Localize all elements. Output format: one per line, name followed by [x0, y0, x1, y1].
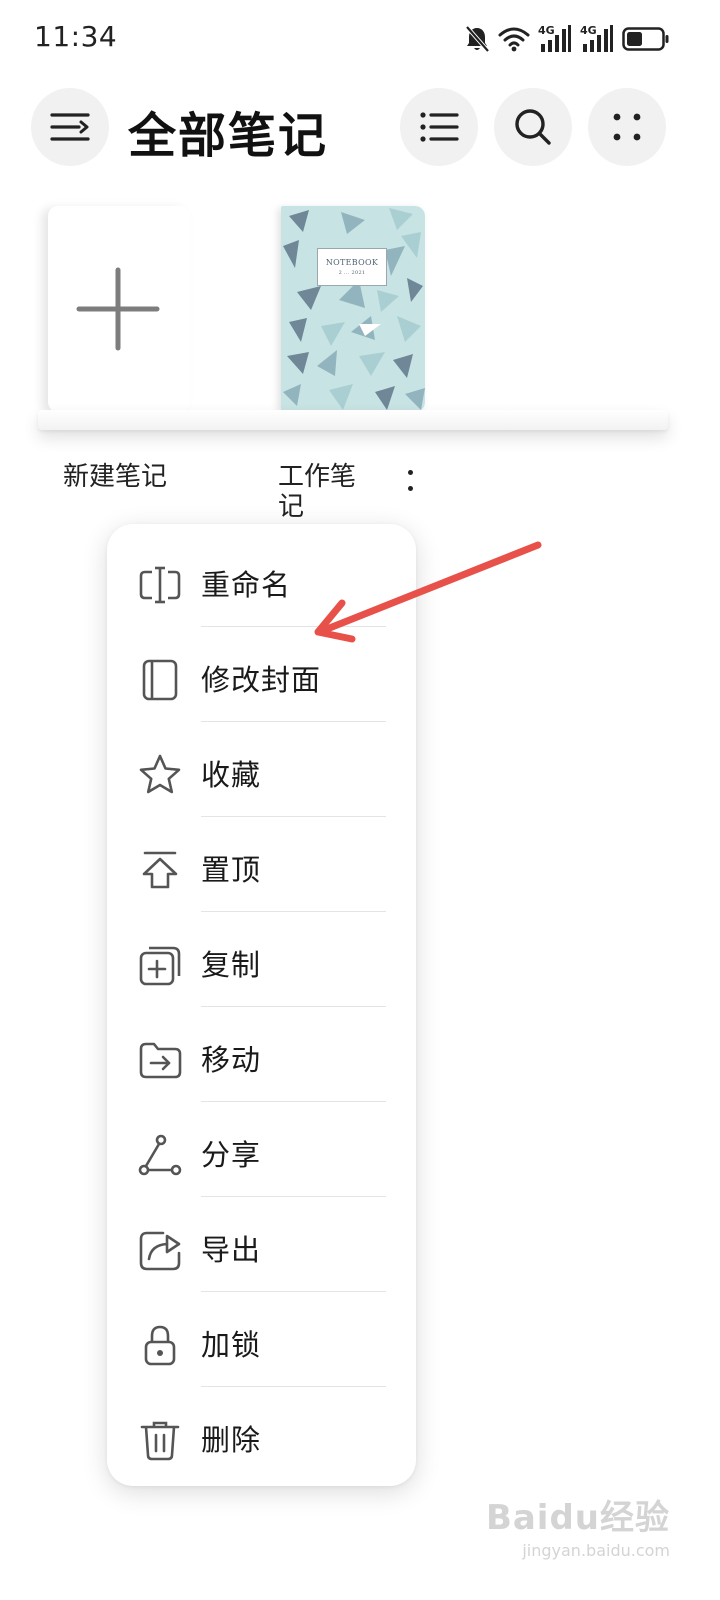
- menu-icon: [50, 113, 90, 141]
- menu-item-export[interactable]: 导出: [107, 1197, 416, 1292]
- annotation-arrow: [314, 541, 542, 643]
- copy-icon: [139, 946, 181, 986]
- star-icon: [139, 754, 181, 794]
- search-button[interactable]: [494, 88, 572, 166]
- trash-icon: [140, 1421, 180, 1461]
- signal-4g-icon: 4G: [538, 25, 572, 53]
- move-folder-icon: [139, 1042, 182, 1079]
- context-menu: 重命名 修改封面 收藏 置顶 复制 移动 分享 导出 加锁 删除: [107, 524, 416, 1486]
- menu-item-label: 复制: [201, 948, 262, 982]
- signal-4g-icon: 4G: [580, 25, 614, 53]
- wifi-icon: [498, 27, 530, 52]
- menu-item-label: 移动: [201, 1043, 262, 1077]
- menu-item-label: 分享: [201, 1138, 262, 1172]
- status-time: 11:34: [34, 20, 118, 53]
- menu-item-label: 置顶: [201, 853, 262, 887]
- menu-item-label: 删除: [201, 1423, 262, 1457]
- drawer-menu-button[interactable]: [31, 88, 109, 166]
- menu-item-delete[interactable]: 删除: [107, 1387, 416, 1482]
- more-icon: [613, 113, 641, 141]
- notebook-title[interactable]: 工作笔记: [278, 462, 364, 522]
- notebook-cover-art: [281, 206, 425, 412]
- bookshelf-board: [38, 410, 668, 430]
- new-note-card[interactable]: [48, 206, 190, 412]
- page-title: 全部笔记: [128, 108, 329, 164]
- cover-icon: [142, 659, 178, 701]
- notebook-more-button[interactable]: [396, 462, 424, 498]
- menu-item-favorite[interactable]: 收藏: [107, 722, 416, 817]
- menu-item-pin-top[interactable]: 置顶: [107, 817, 416, 912]
- menu-item-lock[interactable]: 加锁: [107, 1292, 416, 1387]
- search-icon: [515, 109, 551, 145]
- bell-off-icon: [465, 25, 490, 53]
- status-icons: 4G 4G: [464, 22, 670, 56]
- notebook-cover[interactable]: NOTEBOOK 2 ... 2021: [281, 206, 425, 412]
- plus-icon: [76, 267, 160, 351]
- menu-item-share[interactable]: 分享: [107, 1102, 416, 1197]
- cover-title: NOTEBOOK: [325, 258, 379, 267]
- menu-item-label: 加锁: [201, 1328, 262, 1362]
- battery-icon: [622, 27, 669, 51]
- lock-icon: [144, 1325, 176, 1366]
- dot: [407, 469, 413, 475]
- rename-icon: [139, 566, 181, 604]
- dot: [407, 485, 413, 491]
- menu-item-label: 收藏: [201, 758, 262, 792]
- list-view-button[interactable]: [400, 88, 478, 166]
- export-icon: [139, 1231, 181, 1271]
- cover-subtitle: 2 ... 2021: [338, 270, 366, 276]
- menu-item-move[interactable]: 移动: [107, 1007, 416, 1102]
- more-options-button[interactable]: [588, 88, 666, 166]
- baidu-watermark: Baidu经验 jingyan.baidu.com: [486, 1490, 670, 1560]
- notebook-cover-label: NOTEBOOK 2 ... 2021: [317, 248, 387, 286]
- watermark-sub: jingyan.baidu.com: [522, 1541, 670, 1560]
- menu-item-label: 重命名: [201, 568, 292, 602]
- watermark-main: Baidu经验: [485, 1498, 670, 1538]
- share-icon: [138, 1134, 182, 1176]
- menu-item-copy[interactable]: 复制: [107, 912, 416, 1007]
- menu-item-label: 导出: [201, 1233, 262, 1267]
- new-note-label[interactable]: 新建笔记: [63, 462, 193, 492]
- list-view-icon: [420, 112, 459, 142]
- menu-item-label: 修改封面: [201, 663, 322, 697]
- pin-top-icon: [142, 851, 178, 889]
